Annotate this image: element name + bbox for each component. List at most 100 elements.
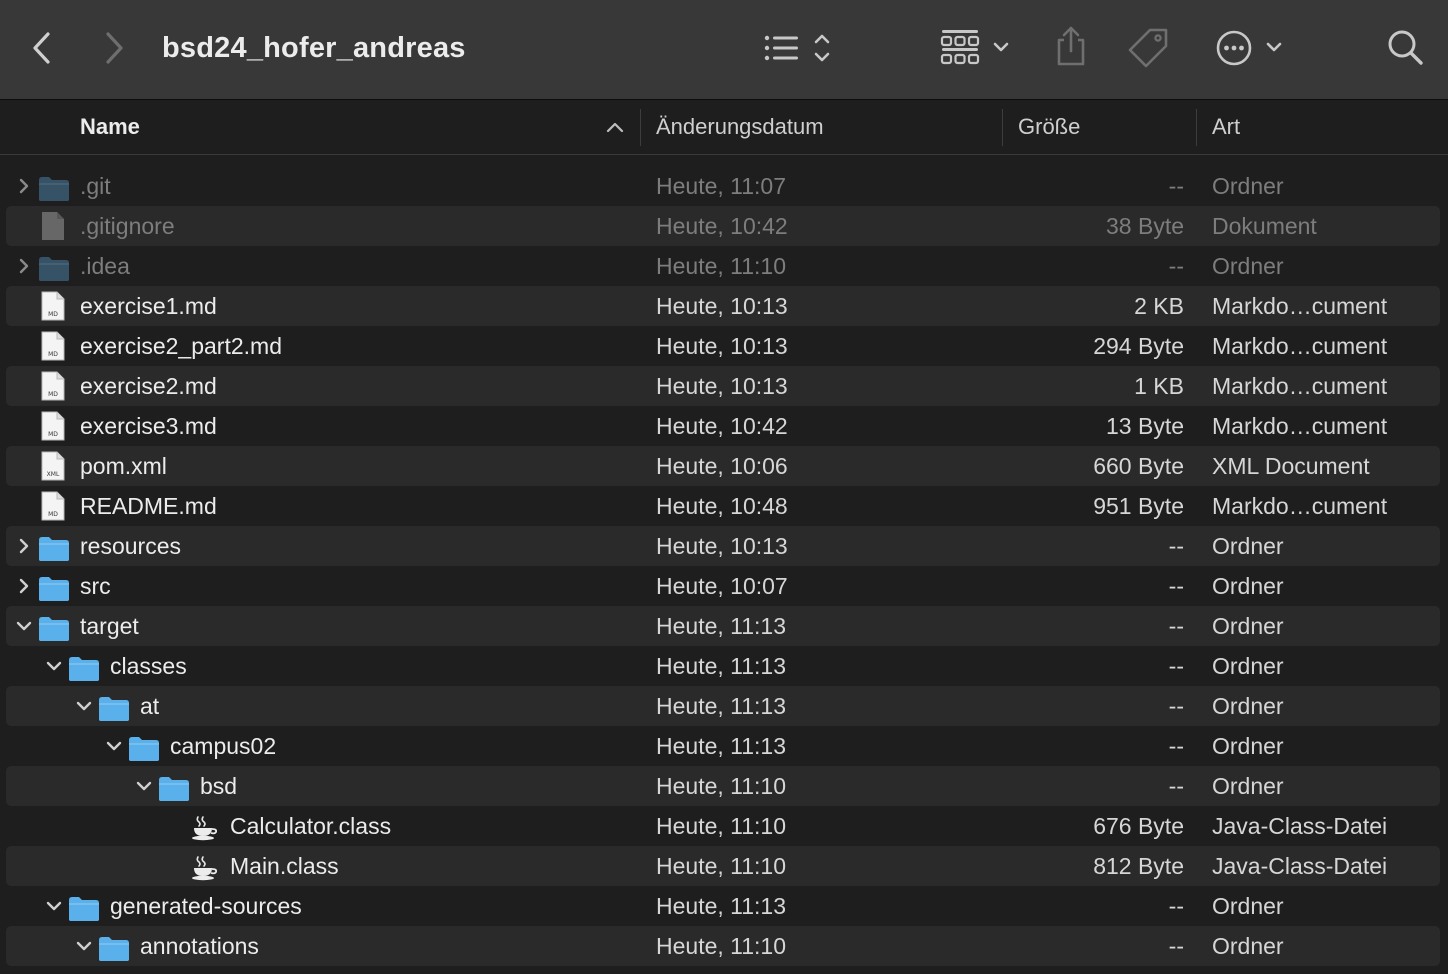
search-button[interactable] xyxy=(1384,26,1428,70)
file-name: README.md xyxy=(80,493,217,519)
file-date: Heute, 11:10 xyxy=(656,253,787,279)
file-size: 13 Byte xyxy=(1106,413,1184,439)
file-name: generated-sources xyxy=(110,893,302,919)
file-kind: Ordner xyxy=(1212,573,1284,599)
disclosure-closed-icon[interactable] xyxy=(12,566,36,606)
file-row[interactable]: target Heute, 11:13 -- Ordner xyxy=(0,606,1448,646)
file-row[interactable]: at Heute, 11:13 -- Ordner xyxy=(0,686,1448,726)
file-row[interactable]: MD exercise2.md Heute, 10:13 1 KB Markdo…cum… xyxy=(0,366,1448,406)
sort-ascending-icon[interactable] xyxy=(605,119,625,135)
file-kind: Markdo…cument xyxy=(1212,293,1388,319)
disclosure-open-icon[interactable] xyxy=(72,686,96,726)
file-kind: Ordner xyxy=(1212,773,1284,799)
file-row[interactable]: resources Heute, 10:13 -- Ordner xyxy=(0,526,1448,566)
file-row[interactable]: src Heute, 10:07 -- Ordner xyxy=(0,566,1448,606)
svg-text:MD: MD xyxy=(48,511,58,518)
file-row[interactable]: MD exercise1.md Heute, 10:13 2 KB Markdo…cum… xyxy=(0,286,1448,326)
back-button[interactable] xyxy=(26,28,58,68)
file-row[interactable]: .git Heute, 11:07 -- Ordner xyxy=(0,166,1448,206)
file-size: 38 Byte xyxy=(1106,213,1184,239)
tag-icon xyxy=(1128,28,1168,68)
svg-text:MD: MD xyxy=(48,431,58,438)
file-row[interactable]: .gitignore Heute, 10:42 38 Byte Dokument xyxy=(0,206,1448,246)
disclosure-open-icon[interactable] xyxy=(12,606,36,646)
file-date: Heute, 11:10 xyxy=(656,933,787,959)
disclosure-open-icon[interactable] xyxy=(42,646,66,686)
file-row[interactable]: Main.class Heute, 11:10 812 Byte Java-Class… xyxy=(0,846,1448,886)
disclosure-closed-icon[interactable] xyxy=(12,526,36,566)
share-button[interactable] xyxy=(1052,24,1090,70)
column-divider[interactable] xyxy=(1196,109,1197,146)
svg-text:MD: MD xyxy=(48,311,58,318)
file-row[interactable]: MD exercise3.md Heute, 10:42 13 Byte Markdo…… xyxy=(0,406,1448,446)
disclosure-open-icon[interactable] xyxy=(42,886,66,926)
disclosure-closed-icon[interactable] xyxy=(12,166,36,206)
file-kind: Ordner xyxy=(1212,693,1284,719)
file-row[interactable]: .idea Heute, 11:10 -- Ordner xyxy=(0,246,1448,286)
file-name: exercise2.md xyxy=(80,373,217,399)
file-name: Calculator.class xyxy=(230,813,392,839)
tag-button[interactable] xyxy=(1126,26,1172,70)
file-kind: Markdo…cument xyxy=(1212,333,1388,359)
file-row[interactable]: annotations Heute, 11:10 -- Ordner xyxy=(0,926,1448,966)
file-row[interactable]: XML pom.xml Heute, 10:06 660 Byte XML Docume… xyxy=(0,446,1448,486)
file-row[interactable]: generated-sources Heute, 11:13 -- Ordner xyxy=(0,886,1448,926)
file-kind: Ordner xyxy=(1212,173,1284,199)
file-size: -- xyxy=(1168,253,1184,279)
folder-icon xyxy=(98,934,130,974)
file-kind: Ordner xyxy=(1212,613,1284,639)
file-kind: Dokument xyxy=(1212,213,1317,239)
file-row[interactable]: bsd Heute, 11:10 -- Ordner xyxy=(0,766,1448,806)
column-date[interactable]: Änderungsdatum xyxy=(656,101,824,154)
file-date: Heute, 10:13 xyxy=(656,333,788,359)
file-size: -- xyxy=(1168,693,1184,719)
disclosure-open-icon[interactable] xyxy=(102,726,126,766)
file-date: Heute, 10:13 xyxy=(656,293,788,319)
file-name: src xyxy=(80,573,111,599)
column-divider[interactable] xyxy=(1002,109,1003,146)
file-name: annotations xyxy=(140,933,259,959)
column-divider[interactable] xyxy=(640,109,641,146)
file-kind: Ordner xyxy=(1212,733,1284,759)
file-date: Heute, 11:10 xyxy=(656,773,787,799)
chevron-left-icon xyxy=(33,32,50,64)
disclosure-closed-icon[interactable] xyxy=(12,246,36,286)
file-size: 294 Byte xyxy=(1093,333,1184,359)
grid-group-icon xyxy=(940,30,1009,65)
file-size: -- xyxy=(1168,573,1184,599)
file-date: Heute, 10:13 xyxy=(656,533,788,559)
file-size: 812 Byte xyxy=(1093,853,1184,879)
file-name: classes xyxy=(110,653,187,679)
file-name: resources xyxy=(80,533,181,559)
file-row[interactable]: Calculator.class Heute, 11:10 676 Byte Java… xyxy=(0,806,1448,846)
disclosure-open-icon[interactable] xyxy=(72,926,96,966)
file-size: 676 Byte xyxy=(1093,813,1184,839)
search-icon xyxy=(1388,30,1423,65)
file-name: at xyxy=(140,693,160,719)
file-date: Heute, 10:07 xyxy=(656,573,788,599)
file-name: .git xyxy=(80,173,111,199)
file-row[interactable]: campus02 Heute, 11:13 -- Ordner xyxy=(0,726,1448,766)
ellipsis-circle-icon xyxy=(1216,30,1282,66)
group-button[interactable] xyxy=(938,26,1018,70)
file-name: bsd xyxy=(200,773,238,799)
forward-button[interactable] xyxy=(98,28,130,68)
file-size: -- xyxy=(1168,733,1184,759)
disclosure-open-icon[interactable] xyxy=(132,766,156,806)
file-row[interactable]: MD README.md Heute, 10:48 951 Byte Markdo…cu… xyxy=(0,486,1448,526)
file-date: Heute, 10:42 xyxy=(656,413,788,439)
column-size[interactable]: Größe xyxy=(1018,101,1080,154)
file-kind: Markdo…cument xyxy=(1212,413,1388,439)
file-size: 951 Byte xyxy=(1093,493,1184,519)
file-size: -- xyxy=(1168,173,1184,199)
file-row[interactable]: classes Heute, 11:13 -- Ordner xyxy=(0,646,1448,686)
more-actions-button[interactable] xyxy=(1212,26,1288,70)
view-mode-button[interactable] xyxy=(760,28,840,68)
file-name: exercise2_part2.md xyxy=(80,333,282,359)
column-name[interactable]: Name xyxy=(80,101,140,154)
column-kind[interactable]: Art xyxy=(1212,101,1240,154)
file-kind: Markdo…cument xyxy=(1212,373,1388,399)
file-date: Heute, 11:13 xyxy=(656,893,787,919)
file-row[interactable]: MD exercise2_part2.md Heute, 10:13 294 Byte… xyxy=(0,326,1448,366)
file-size: -- xyxy=(1168,653,1184,679)
